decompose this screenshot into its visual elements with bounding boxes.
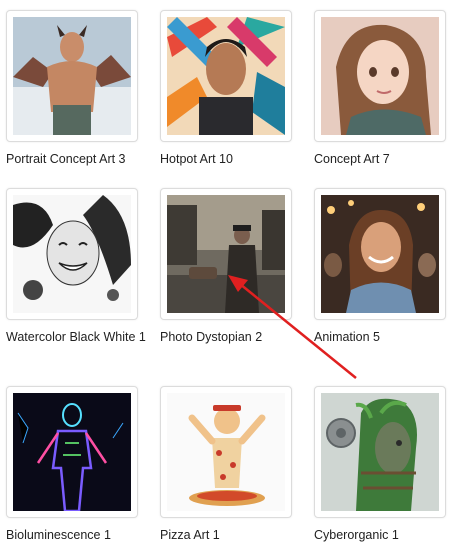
gallery-item-label[interactable]: Bioluminescence 1 [6, 526, 156, 545]
thumbnail-image[interactable] [167, 17, 285, 135]
gallery-item-label[interactable]: Portrait Concept Art 3 [6, 150, 156, 169]
thumbnail-image[interactable] [167, 393, 285, 511]
thumbnail-image[interactable] [321, 195, 439, 313]
gallery-item-label[interactable]: Hotpot Art 10 [160, 150, 310, 169]
gallery-item-label[interactable]: Watercolor Black White 1 [6, 328, 156, 347]
thumbnail-frame[interactable] [314, 188, 446, 320]
thumbnail-image[interactable] [13, 17, 131, 135]
thumbnail-frame[interactable] [6, 188, 138, 320]
thumbnail-image[interactable] [167, 195, 285, 313]
thumbnail-frame[interactable] [160, 188, 292, 320]
thumbnail-image[interactable] [13, 195, 131, 313]
thumbnail-frame[interactable] [6, 386, 138, 518]
thumbnail-frame[interactable] [314, 10, 446, 142]
gallery-item-label[interactable]: Pizza Art 1 [160, 526, 310, 545]
thumbnail-frame[interactable] [314, 386, 446, 518]
thumbnail-frame[interactable] [160, 386, 292, 518]
gallery-item-label[interactable]: Animation 5 [314, 328, 459, 347]
thumbnail-frame[interactable] [160, 10, 292, 142]
thumbnail-image[interactable] [321, 17, 439, 135]
thumbnail-image[interactable] [321, 393, 439, 511]
gallery-item-label[interactable]: Concept Art 7 [314, 150, 459, 169]
thumbnail-image[interactable] [13, 393, 131, 511]
thumbnail-frame[interactable] [6, 10, 138, 142]
gallery-item-label[interactable]: Cyberorganic 1 [314, 526, 459, 545]
gallery-item-label[interactable]: Photo Dystopian 2 [160, 328, 310, 347]
